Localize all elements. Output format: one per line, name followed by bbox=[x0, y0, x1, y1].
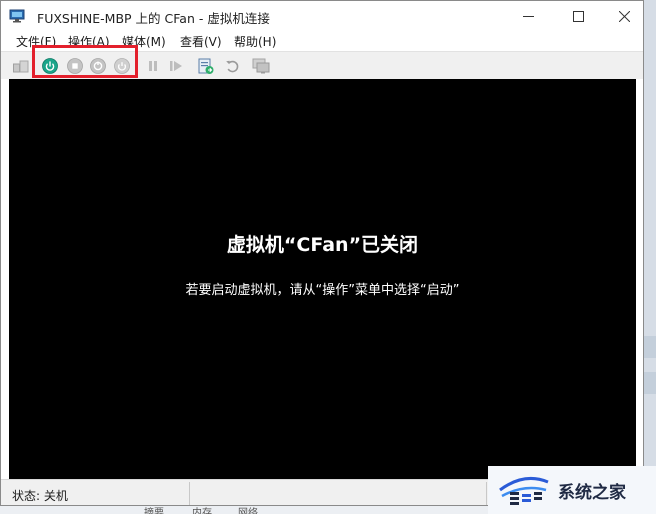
close-button[interactable] bbox=[601, 1, 643, 32]
resume-button[interactable] bbox=[167, 57, 185, 75]
background-tabs: 摘要 内存 网络 bbox=[120, 506, 300, 514]
pause-icon bbox=[149, 61, 157, 71]
background-stripe bbox=[644, 372, 656, 394]
watermark-logo-icon bbox=[499, 476, 549, 505]
background-tab: 摘要 bbox=[144, 508, 164, 514]
minimize-button[interactable] bbox=[505, 1, 551, 32]
ctrl-alt-del-button[interactable] bbox=[12, 57, 30, 75]
vm-connection-window: FUXSHINE-MBP 上的 CFan - 虚拟机连接 文件(F) 操作(A)… bbox=[0, 0, 644, 506]
menu-view[interactable]: 查看(V) bbox=[180, 33, 222, 50]
shutdown-icon bbox=[90, 58, 106, 74]
menu-bar: 文件(F) 操作(A) 媒体(M) 查看(V) 帮助(H) bbox=[1, 32, 643, 51]
title-bar[interactable]: FUXSHINE-MBP 上的 CFan - 虚拟机连接 bbox=[1, 1, 643, 32]
background-stripe bbox=[644, 336, 656, 358]
watermark: 系统之家 bbox=[488, 466, 656, 514]
enhanced-session-button[interactable] bbox=[252, 57, 270, 75]
vm-display[interactable]: 虚拟机“CFan”已关闭 若要启动虚拟机，请从“操作”菜单中选择“启动” bbox=[9, 79, 636, 479]
turn-off-button[interactable] bbox=[66, 57, 84, 75]
ctrl-alt-del-icon bbox=[13, 60, 29, 73]
vm-off-title: 虚拟机“CFan”已关闭 bbox=[226, 234, 419, 256]
maximize-icon bbox=[572, 11, 584, 22]
power-start-icon bbox=[42, 58, 58, 74]
minimize-icon bbox=[522, 16, 534, 17]
status-text: 状态: 关机 bbox=[12, 489, 68, 503]
start-button[interactable] bbox=[41, 57, 59, 75]
close-icon bbox=[618, 11, 630, 22]
background-tab: 内存 bbox=[192, 508, 212, 514]
vm-off-instruction: 若要启动虚拟机，请从“操作”菜单中选择“启动” bbox=[185, 283, 460, 298]
stop-icon bbox=[67, 58, 83, 74]
menu-action[interactable]: 操作(A) bbox=[68, 33, 110, 50]
menu-media[interactable]: 媒体(M) bbox=[122, 33, 166, 50]
status-divider bbox=[189, 482, 190, 505]
maximize-button[interactable] bbox=[555, 1, 601, 32]
watermark-text: 系统之家 bbox=[558, 482, 626, 503]
checkpoint-icon bbox=[198, 58, 214, 74]
background-panel bbox=[644, 0, 656, 514]
shutdown-button[interactable] bbox=[89, 57, 107, 75]
vm-connect-app-icon bbox=[9, 9, 25, 23]
revert-icon bbox=[226, 60, 239, 73]
status-divider bbox=[486, 482, 487, 505]
background-tab: 网络 bbox=[238, 508, 258, 514]
window-title: FUXSHINE-MBP 上的 CFan - 虚拟机连接 bbox=[37, 11, 270, 26]
revert-button[interactable] bbox=[223, 57, 241, 75]
enhanced-session-icon bbox=[252, 58, 270, 74]
pause-button[interactable] bbox=[144, 57, 162, 75]
menu-help[interactable]: 帮助(H) bbox=[234, 33, 276, 50]
checkpoint-button[interactable] bbox=[197, 57, 215, 75]
resume-icon bbox=[170, 61, 182, 71]
save-button[interactable] bbox=[113, 57, 131, 75]
save-state-icon bbox=[114, 58, 130, 74]
toolbar bbox=[1, 51, 643, 79]
menu-file[interactable]: 文件(F) bbox=[16, 33, 56, 50]
